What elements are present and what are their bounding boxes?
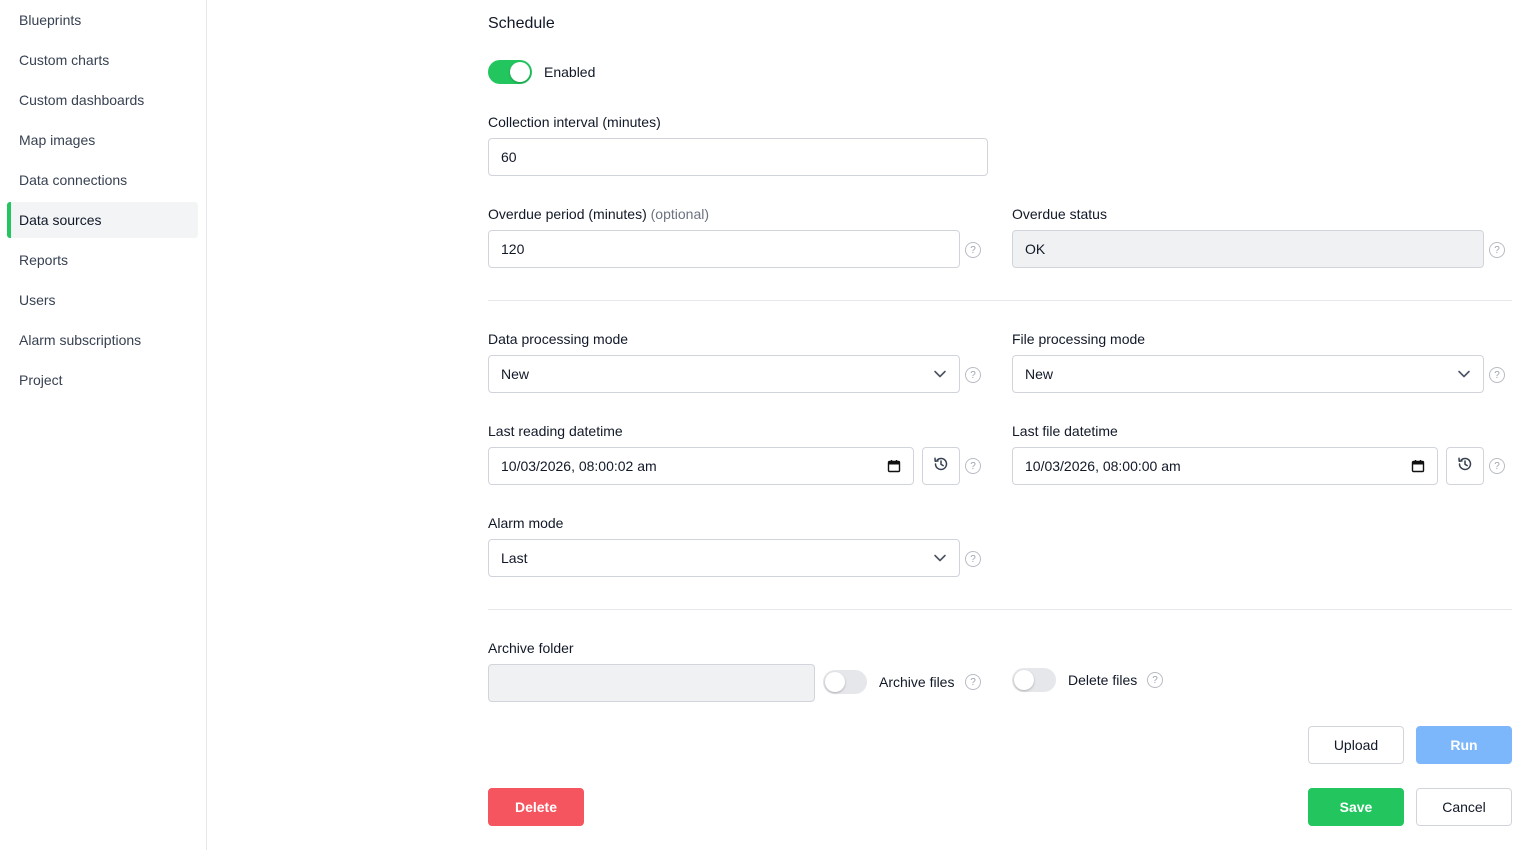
reset-last-reading-button[interactable] — [922, 447, 960, 485]
help-icon[interactable]: ? — [965, 674, 981, 690]
collection-interval-input[interactable]: 60 — [488, 138, 988, 176]
run-button[interactable]: Run — [1416, 726, 1512, 764]
last-reading-datetime-label: Last reading datetime — [488, 423, 623, 439]
save-button[interactable]: Save — [1308, 788, 1404, 826]
delete-files-label: Delete files — [1068, 672, 1138, 688]
section-title-schedule: Schedule — [488, 15, 555, 32]
toggle-knob — [825, 672, 845, 692]
help-icon[interactable]: ? — [1489, 367, 1505, 383]
chevron-down-icon — [1457, 367, 1471, 381]
help-icon[interactable]: ? — [1147, 672, 1163, 688]
last-file-datetime-input[interactable]: 10/03/2026, 08:00:00 am — [1012, 447, 1438, 485]
archive-files-toggle[interactable] — [823, 670, 867, 694]
overdue-period-label: Overdue period (minutes) (optional) — [488, 206, 710, 222]
archive-folder-label: Archive folder — [488, 640, 574, 656]
help-icon[interactable]: ? — [1489, 242, 1505, 258]
chevron-down-icon — [933, 367, 947, 381]
collection-interval-label: Collection interval (minutes) — [488, 114, 661, 130]
last-file-datetime-label: Last file datetime — [1012, 423, 1118, 439]
reset-last-file-button[interactable] — [1446, 447, 1484, 485]
section-divider — [488, 609, 1512, 610]
help-icon[interactable]: ? — [1489, 458, 1505, 474]
alarm-mode-label: Alarm mode — [488, 515, 564, 531]
help-icon[interactable]: ? — [965, 367, 981, 383]
delete-button[interactable]: Delete — [488, 788, 584, 826]
optional-hint: (optional) — [650, 206, 710, 222]
archive-folder-input — [488, 664, 815, 702]
upload-button[interactable]: Upload — [1308, 726, 1404, 764]
overdue-period-input[interactable]: 120 — [488, 230, 960, 268]
calendar-icon[interactable] — [1411, 459, 1425, 473]
toggle-knob — [510, 62, 530, 82]
file-processing-mode-select[interactable]: New — [1012, 355, 1484, 393]
enabled-toggle[interactable] — [488, 60, 532, 84]
enabled-label: Enabled — [544, 64, 596, 80]
main-content: Schedule Enabled Collection interval (mi… — [0, 0, 1531, 850]
toggle-knob — [1014, 670, 1034, 690]
calendar-icon[interactable] — [887, 459, 901, 473]
archive-files-label: Archive files — [879, 674, 955, 690]
help-icon[interactable]: ? — [965, 242, 981, 258]
help-icon[interactable]: ? — [965, 458, 981, 474]
chevron-down-icon — [933, 551, 947, 565]
data-processing-mode-label: Data processing mode — [488, 331, 629, 347]
data-processing-mode-select[interactable]: New — [488, 355, 960, 393]
alarm-mode-select[interactable]: Last — [488, 539, 960, 577]
last-reading-datetime-input[interactable]: 10/03/2026, 08:00:02 am — [488, 447, 914, 485]
delete-files-toggle[interactable] — [1012, 668, 1056, 692]
cancel-button[interactable]: Cancel — [1416, 788, 1512, 826]
file-processing-mode-label: File processing mode — [1012, 331, 1146, 347]
history-icon — [1457, 456, 1473, 477]
section-divider — [488, 300, 1512, 301]
history-icon — [933, 456, 949, 477]
overdue-status-field: OK — [1012, 230, 1484, 268]
overdue-status-label: Overdue status — [1012, 206, 1107, 222]
help-icon[interactable]: ? — [965, 551, 981, 567]
